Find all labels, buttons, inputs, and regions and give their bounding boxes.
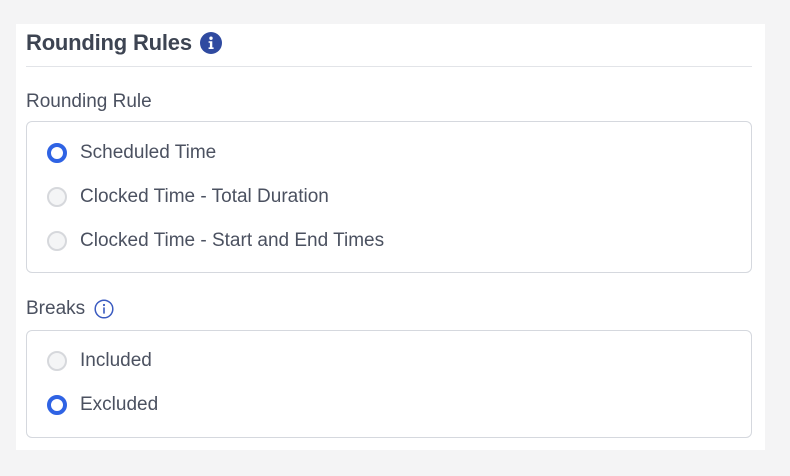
radio-button-clocked-start-end[interactable]	[47, 231, 67, 251]
radio-button-excluded[interactable]	[47, 395, 67, 415]
radio-label-scheduled-time[interactable]: Scheduled Time	[80, 142, 216, 164]
radio-option-scheduled-time[interactable]: Scheduled Time	[47, 139, 216, 167]
breaks-info-icon[interactable]	[94, 299, 114, 319]
breaks-label: Breaks	[26, 298, 114, 320]
breaks-radio-group: Included Excluded	[26, 330, 752, 438]
radio-button-clocked-total-duration[interactable]	[47, 187, 67, 207]
rounding-rules-panel: Rounding Rules Rounding Rule Scheduled T…	[16, 24, 765, 450]
info-icon[interactable]	[199, 32, 222, 54]
radio-label-clocked-total-duration[interactable]: Clocked Time - Total Duration	[80, 186, 329, 208]
radio-button-included[interactable]	[47, 351, 67, 371]
section-header: Rounding Rules	[26, 30, 752, 67]
radio-option-clocked-start-end[interactable]: Clocked Time - Start and End Times	[47, 227, 384, 255]
radio-option-clocked-total-duration[interactable]: Clocked Time - Total Duration	[47, 183, 329, 211]
section-title: Rounding Rules	[26, 30, 192, 55]
radio-option-excluded[interactable]: Excluded	[47, 391, 158, 419]
radio-button-scheduled-time[interactable]	[47, 143, 67, 163]
rounding-rule-radio-group: Scheduled Time Clocked Time - Total Dura…	[26, 121, 752, 273]
radio-label-included[interactable]: Included	[80, 350, 152, 372]
radio-option-included[interactable]: Included	[47, 347, 152, 375]
rounding-rule-label-text: Rounding Rule	[26, 91, 152, 112]
breaks-label-text: Breaks	[26, 298, 86, 319]
radio-label-clocked-start-end[interactable]: Clocked Time - Start and End Times	[80, 230, 384, 252]
rounding-rule-label: Rounding Rule	[26, 91, 152, 113]
radio-label-excluded[interactable]: Excluded	[80, 394, 158, 416]
